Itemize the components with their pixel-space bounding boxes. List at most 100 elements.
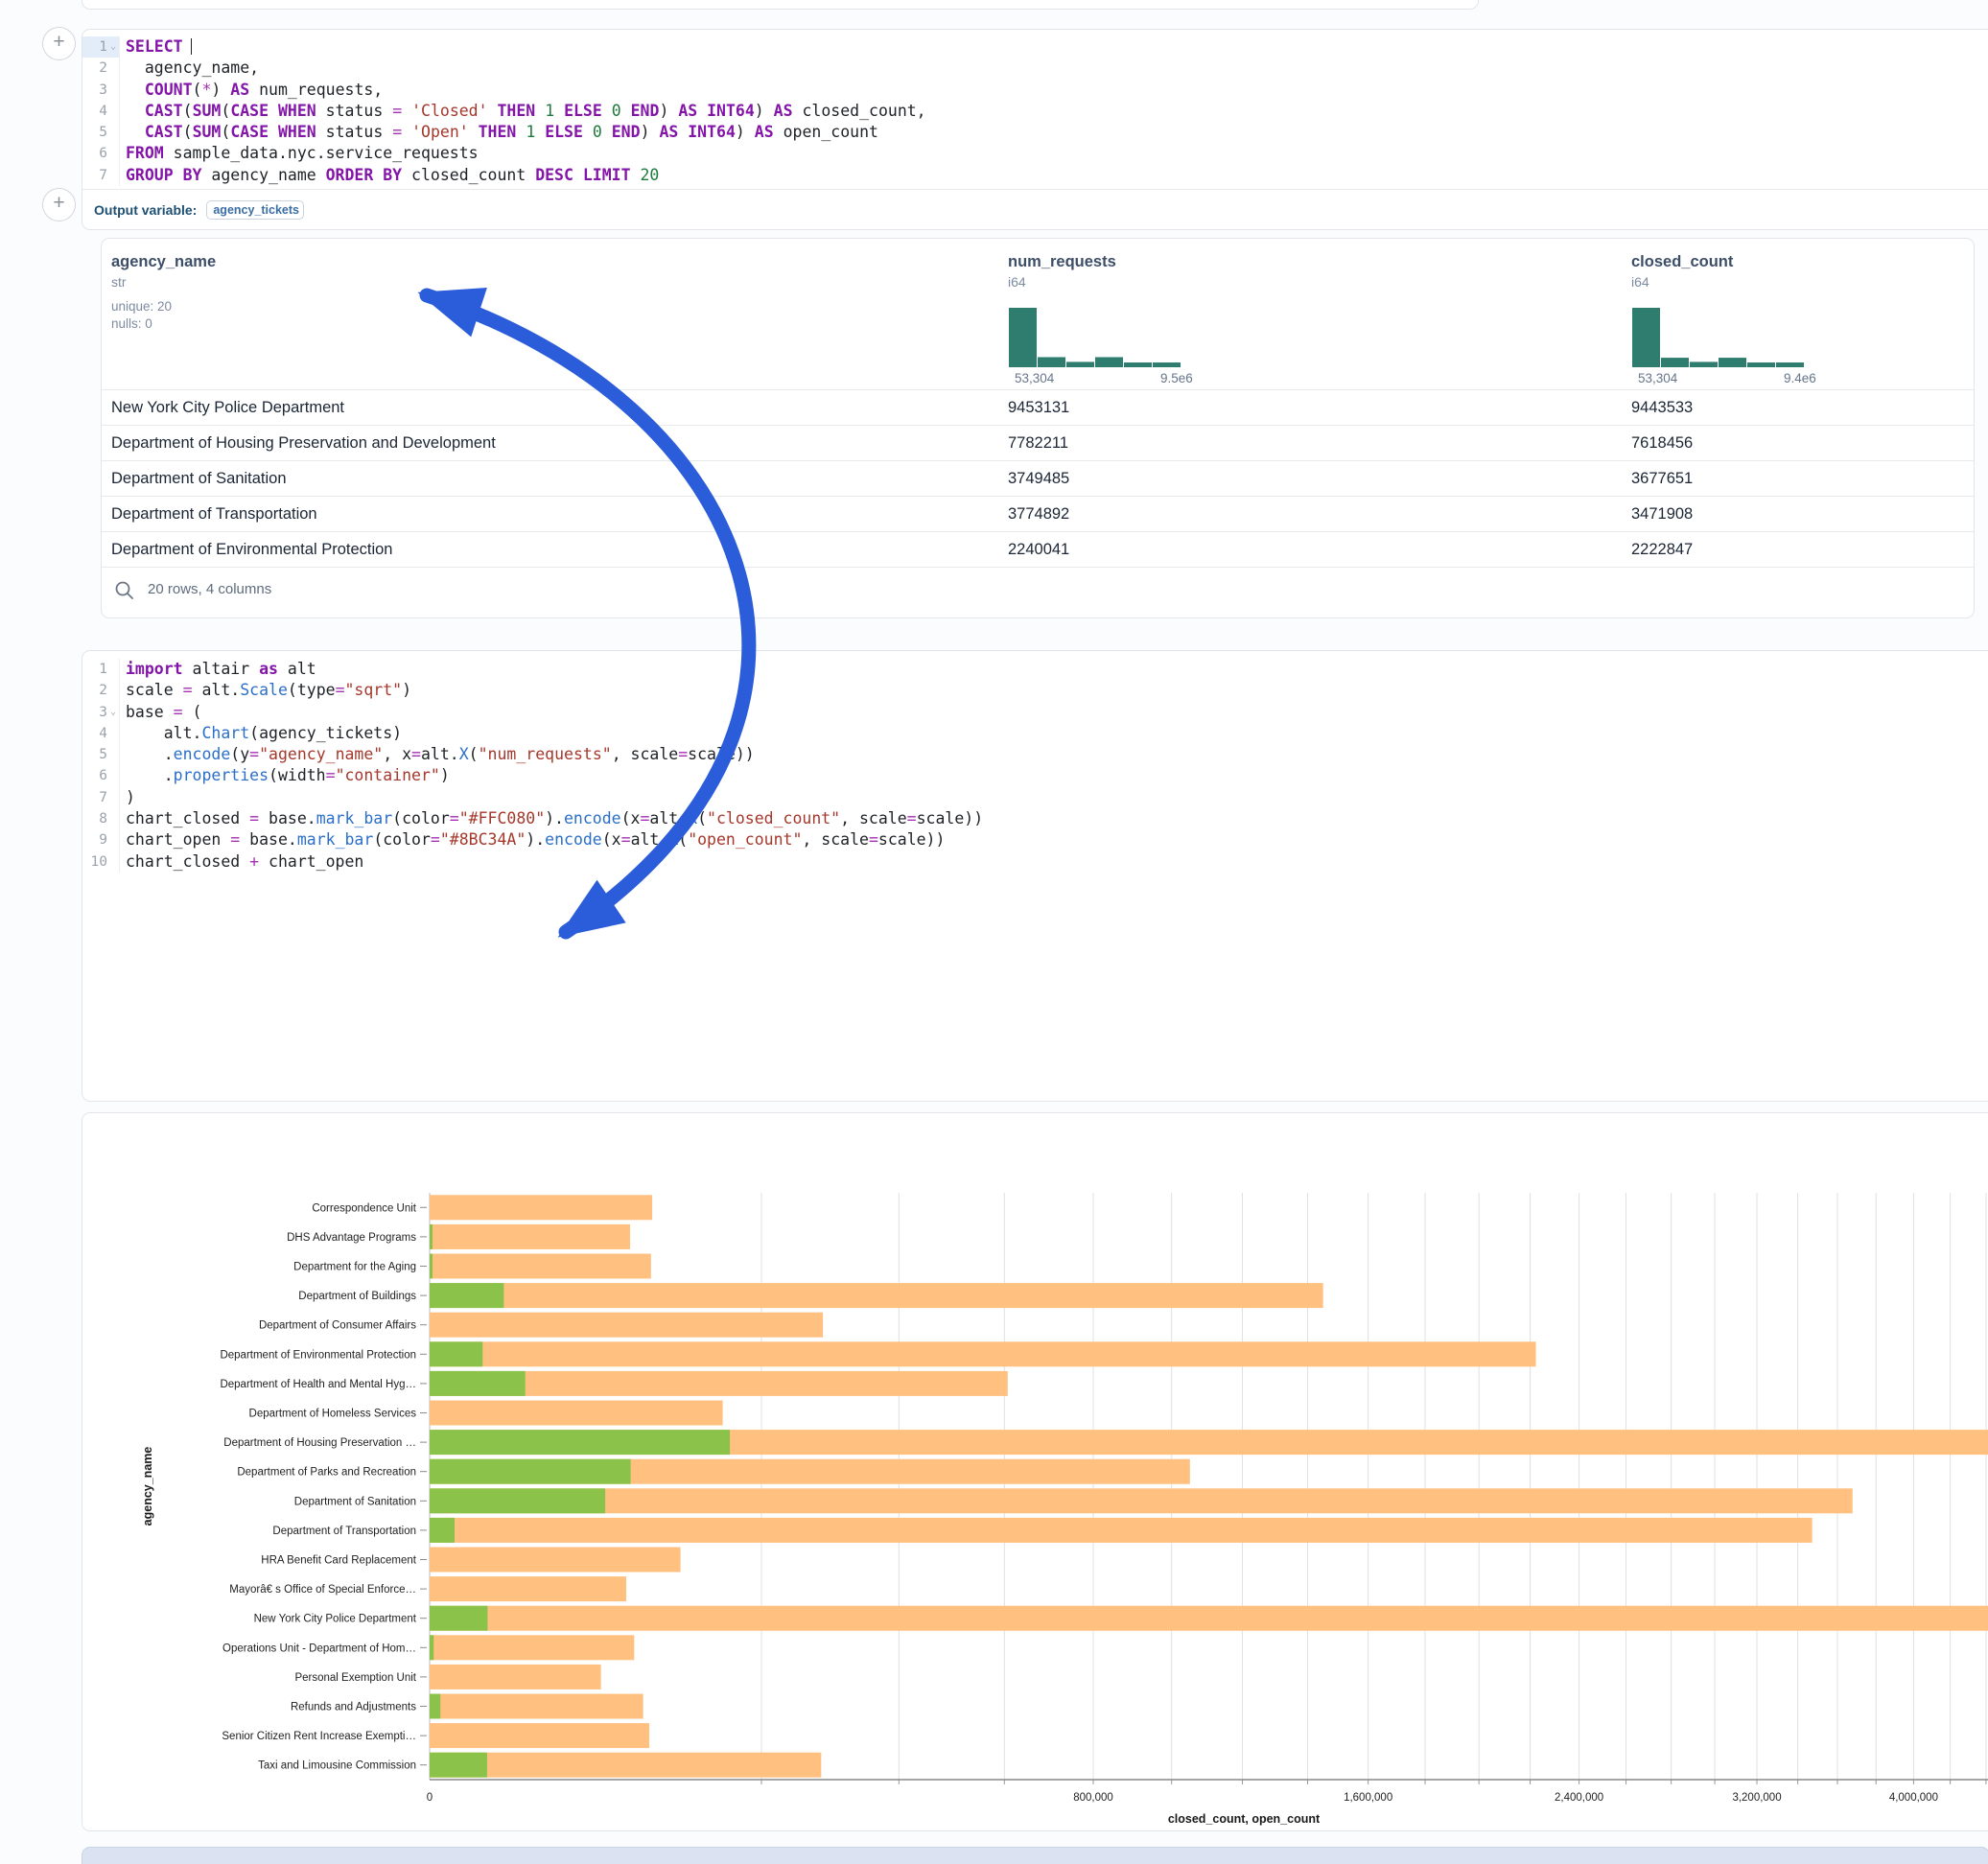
code-line[interactable]: 1import altair as alt	[82, 659, 1988, 680]
code-line[interactable]: 5 CAST(SUM(CASE WHEN status = 'Open' THE…	[82, 122, 1988, 143]
x-axis-tick-label: 4,000,000	[1889, 1792, 1938, 1804]
table-cell: 2222847	[1631, 541, 1693, 559]
bar-open_count[interactable]	[430, 1606, 487, 1631]
column-type-num-requests: i64	[1008, 274, 1026, 290]
column-header-closed-count[interactable]: closed_count	[1631, 253, 1733, 271]
bar-closed_count[interactable]	[430, 1723, 649, 1748]
bar-closed_count[interactable]	[430, 1488, 1853, 1513]
bar-closed_count[interactable]	[430, 1548, 681, 1573]
bar-open_count[interactable]	[430, 1430, 730, 1455]
code-line[interactable]: 9chart_open = base.mark_bar(color="#8BC3…	[82, 829, 1988, 850]
bar-open_count[interactable]	[430, 1341, 482, 1366]
output-variable-row: Output variable: agency_tickets	[82, 189, 1988, 229]
column-stat-unique: unique: 20	[111, 299, 172, 314]
search-icon[interactable]	[114, 580, 135, 601]
y-axis-label: Refunds and Adjustments	[291, 1702, 416, 1713]
table-row[interactable]: Department of Environmental Protection 22…	[102, 531, 1974, 568]
y-axis-title: agency_name	[141, 1447, 154, 1526]
bar-closed_count[interactable]	[430, 1635, 634, 1660]
bar-closed_count[interactable]	[430, 1576, 626, 1601]
table-row[interactable]: Department of Sanitation37494853677651	[102, 460, 1974, 497]
y-axis-label: Department of Health and Mental Hyg…	[220, 1379, 416, 1390]
python-code-editor[interactable]: 1import altair as alt2scale = alt.Scale(…	[82, 659, 1988, 873]
table-row[interactable]: Department of Transportation377489234719…	[102, 496, 1974, 532]
histogram-bar	[1124, 362, 1152, 367]
histogram-bar	[1095, 357, 1123, 367]
add-cell-button[interactable]: +	[42, 27, 76, 60]
bar-open_count[interactable]	[430, 1753, 487, 1778]
code-line[interactable]: 3⌄base = (	[82, 702, 1988, 723]
next-cell-edge[interactable]	[82, 1847, 1988, 1864]
bar-closed_count[interactable]	[430, 1401, 723, 1426]
x-axis-title: closed_count, open_count	[1168, 1812, 1321, 1826]
bar-closed_count[interactable]	[430, 1313, 823, 1338]
code-line[interactable]: 7)	[82, 787, 1988, 808]
table-row[interactable]: Department of Housing Preservation and D…	[102, 425, 1974, 461]
fold-chevron-icon[interactable]: ⌄	[107, 702, 119, 723]
sql-code-editor[interactable]: 1⌄SELECT2 agency_name,3 COUNT(*) AS num_…	[82, 36, 1988, 186]
chart-output-cell: Correspondence UnitDHS Advantage Program…	[82, 1112, 1988, 1831]
code-line[interactable]: 5 .encode(y="agency_name", x=alt.X("num_…	[82, 744, 1988, 765]
bar-closed_count[interactable]	[430, 1224, 630, 1249]
bar-closed_count[interactable]	[430, 1694, 643, 1719]
bar-closed_count[interactable]	[430, 1283, 1323, 1308]
code-line[interactable]: 1⌄SELECT	[82, 36, 1988, 58]
python-cell[interactable]: 1import altair as alt2scale = alt.Scale(…	[82, 650, 1988, 1102]
bar-closed_count[interactable]	[430, 1606, 1988, 1631]
x-axis-tick-label: 0	[427, 1792, 433, 1804]
bar-open_count[interactable]	[430, 1254, 433, 1279]
column-stat-nulls: nulls: 0	[111, 316, 152, 331]
y-axis-label: Correspondence Unit	[312, 1202, 416, 1214]
y-axis-label: Taxi and Limousine Commission	[258, 1760, 416, 1772]
bar-closed_count[interactable]	[430, 1254, 651, 1279]
num-requests-histogram	[1009, 306, 1183, 367]
code-line[interactable]: 3 COUNT(*) AS num_requests,	[82, 80, 1988, 101]
bar-open_count[interactable]	[430, 1459, 631, 1484]
bar-closed_count[interactable]	[430, 1341, 1536, 1366]
column-header-agency-name[interactable]: agency_name	[111, 253, 216, 271]
y-axis-label: New York City Police Department	[254, 1614, 417, 1625]
bar-closed_count[interactable]	[430, 1518, 1813, 1543]
histogram-bar	[1776, 362, 1804, 367]
code-line[interactable]: 4 alt.Chart(agency_tickets)	[82, 723, 1988, 744]
output-variable-pill[interactable]: agency_tickets	[206, 200, 304, 220]
bar-open_count[interactable]	[430, 1371, 526, 1396]
column-type-closed-count: i64	[1631, 274, 1649, 290]
bar-closed_count[interactable]	[430, 1665, 601, 1689]
code-line[interactable]: 6FROM sample_data.nyc.service_requests	[82, 143, 1988, 164]
histogram-bar	[1066, 361, 1094, 367]
bar-open_count[interactable]	[430, 1518, 455, 1543]
table-cell: 7782211	[1008, 434, 1068, 453]
code-line[interactable]: 2scale = alt.Scale(type="sqrt")	[82, 680, 1988, 701]
closed-count-histogram	[1632, 306, 1807, 367]
y-axis-label: Department of Sanitation	[294, 1496, 416, 1507]
code-line[interactable]: 2 agency_name,	[82, 58, 1988, 79]
code-line[interactable]: 8chart_closed = base.mark_bar(color="#FF…	[82, 808, 1988, 829]
column-header-num-requests[interactable]: num_requests	[1008, 253, 1116, 271]
bar-open_count[interactable]	[430, 1694, 440, 1719]
table-cell: 3677651	[1631, 470, 1693, 488]
dataframe-preview: agency_name str unique: 20 nulls: 0 num_…	[101, 238, 1975, 618]
bar-open_count[interactable]	[430, 1283, 503, 1308]
code-line[interactable]: 4 CAST(SUM(CASE WHEN status = 'Closed' T…	[82, 101, 1988, 122]
code-line[interactable]: 7GROUP BY agency_name ORDER BY closed_co…	[82, 165, 1988, 186]
sql-cell[interactable]: 1⌄SELECT2 agency_name,3 COUNT(*) AS num_…	[82, 29, 1988, 230]
x-axis-tick-label: 800,000	[1073, 1792, 1113, 1804]
code-line[interactable]: 10chart_closed + chart_open	[82, 851, 1988, 873]
y-axis-label: Operations Unit - Department of Hom…	[222, 1643, 416, 1654]
bar-closed_count[interactable]	[430, 1753, 821, 1778]
histogram-bar	[1632, 308, 1660, 367]
table-cell: 2240041	[1008, 541, 1069, 559]
y-axis-label: Department of Homeless Services	[249, 1409, 417, 1420]
table-row[interactable]: New York City Police Department945313194…	[102, 389, 1974, 426]
bar-open_count[interactable]	[430, 1635, 433, 1660]
bar-closed_count[interactable]	[430, 1195, 652, 1220]
fold-chevron-icon[interactable]: ⌄	[107, 36, 119, 58]
code-line[interactable]: 6 .properties(width="container")	[82, 765, 1988, 786]
table-cell: Department of Environmental Protection	[111, 541, 392, 559]
hist-min-label: 53,304	[1015, 371, 1054, 385]
add-cell-button-2[interactable]: +	[42, 188, 76, 221]
bar-open_count[interactable]	[430, 1488, 605, 1513]
histogram-bar	[1690, 361, 1718, 367]
bar-open_count[interactable]	[430, 1224, 433, 1249]
